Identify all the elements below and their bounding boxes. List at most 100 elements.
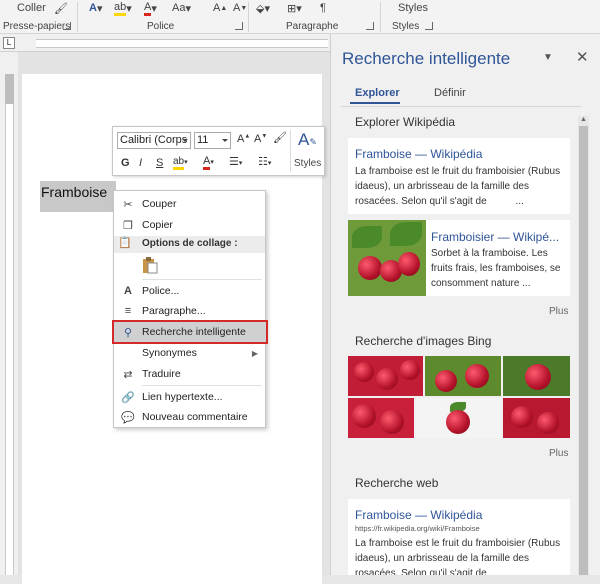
font-launcher-icon[interactable] bbox=[235, 22, 243, 30]
raspberry bbox=[358, 256, 382, 280]
framboisier-thumbnail bbox=[348, 220, 426, 296]
card-title[interactable]: Framboise — Wikipédia bbox=[355, 508, 562, 522]
more-link[interactable]: Plus bbox=[549, 306, 568, 317]
scroll-up-icon[interactable]: ▲ bbox=[580, 116, 587, 123]
font-icon: A bbox=[124, 285, 132, 297]
raspberry bbox=[398, 252, 420, 276]
horizontal-ruler[interactable]: L bbox=[0, 34, 330, 52]
italic-button[interactable]: I bbox=[139, 157, 142, 169]
menu-item-new-comment[interactable]: 💬 Nouveau commentaire bbox=[114, 407, 265, 427]
clipboard-launcher-icon[interactable] bbox=[63, 22, 71, 30]
dropdown-arrow-icon bbox=[182, 139, 188, 142]
selected-word[interactable]: Framboise bbox=[40, 181, 116, 212]
change-case-button[interactable]: Aa ▾ bbox=[172, 0, 191, 16]
paragraph-launcher-icon[interactable] bbox=[366, 22, 374, 30]
scroll-thumb[interactable] bbox=[579, 126, 588, 575]
raspberry bbox=[380, 410, 404, 434]
borders-icon[interactable]: ⊞▾ bbox=[287, 0, 302, 16]
image-tile[interactable] bbox=[348, 356, 423, 396]
font-color-icon[interactable]: A▾ bbox=[144, 0, 157, 16]
shrink-font-icon[interactable]: A▼ bbox=[233, 0, 247, 16]
highlight-icon[interactable]: ab▾ bbox=[173, 155, 188, 170]
format-painter-icon[interactable]: 🖌 bbox=[273, 131, 287, 144]
raspberry bbox=[352, 404, 376, 428]
pane-scrollbar[interactable]: ▲ bbox=[578, 116, 589, 575]
paste-options-header: Options de collage : bbox=[114, 236, 265, 253]
menu-item-copy[interactable]: ❐ Copier bbox=[114, 215, 265, 235]
menu-item-smart-lookup[interactable]: ⚲ Recherche intelligente bbox=[114, 322, 265, 342]
image-tile[interactable] bbox=[503, 398, 570, 438]
bold-button[interactable]: G bbox=[121, 157, 130, 169]
image-tile[interactable] bbox=[348, 398, 414, 438]
ribbon: Coller 🖌 A ▾ ab ▾ A ▾ Aa ▾ A ▲ A ▼ ⬙▾ ⊞▾ ¶ Sty… bbox=[0, 0, 600, 34]
menu-item-cut[interactable]: ✂ Couper bbox=[114, 194, 265, 214]
grow-font-icon[interactable]: A▲ bbox=[213, 0, 227, 16]
shading-icon[interactable]: ⬙▾ bbox=[256, 0, 270, 16]
menu-divider bbox=[142, 385, 262, 386]
paste-header-icon: 📋 bbox=[118, 237, 132, 249]
mini-toolbar: Calibri (Corps 11 A▲ A▼ 🖌 A✎ Styles G I … bbox=[112, 126, 325, 176]
scissors-icon: ✂ bbox=[123, 198, 133, 211]
submenu-arrow-icon: ▶ bbox=[251, 348, 258, 358]
card-snippet: La framboise est le fruit du framboisier… bbox=[355, 538, 561, 575]
styles-button[interactable]: Styles bbox=[398, 0, 428, 16]
card-url: https://fr.wikipedia.org/wiki/Framboise bbox=[355, 524, 480, 533]
raspberry bbox=[354, 362, 374, 382]
pane-title: Recherche intelligente bbox=[342, 49, 511, 68]
card-snippet: La framboise est le fruit du framboisier… bbox=[355, 166, 561, 207]
show-marks-icon[interactable]: ¶ bbox=[320, 0, 326, 16]
styles-icon[interactable]: A✎ bbox=[298, 130, 317, 150]
menu-item-hyperlink[interactable]: 🔗 Lien hypertexte... bbox=[114, 387, 265, 407]
tab-define[interactable]: Définir bbox=[434, 87, 466, 99]
card-title[interactable]: Framboise — Wikipédia bbox=[355, 147, 562, 161]
copy-icon: ❐ bbox=[123, 219, 133, 232]
vertical-ruler[interactable] bbox=[0, 52, 18, 575]
raspberry bbox=[525, 364, 551, 390]
menu-item-paragraph[interactable]: ≡ Paragraphe... bbox=[114, 301, 265, 321]
wiki-card-framboisier[interactable]: Framboisier — Wikipé... Sorbet à la fram… bbox=[348, 220, 570, 296]
close-icon[interactable]: ✕ bbox=[576, 48, 589, 66]
font-size-box[interactable]: 11 bbox=[194, 132, 231, 149]
group-clipboard-label: Presse-papiers bbox=[3, 21, 71, 32]
underline-button[interactable]: S bbox=[156, 157, 163, 169]
shrink-font-icon[interactable]: A▼ bbox=[254, 133, 267, 145]
bullets-icon[interactable]: ☰▾ bbox=[229, 155, 242, 168]
numbering-icon[interactable]: ☷▾ bbox=[258, 155, 271, 168]
web-card-framboise[interactable]: Framboise — Wikipédia https://fr.wikiped… bbox=[348, 499, 570, 575]
paste-button[interactable]: Coller bbox=[17, 0, 46, 16]
image-tile[interactable] bbox=[425, 356, 501, 396]
ruler-margin bbox=[5, 74, 14, 104]
menu-item-translate[interactable]: ⇄ Traduire bbox=[114, 364, 265, 384]
paste-keep-format-icon[interactable] bbox=[142, 257, 158, 274]
format-painter-icon[interactable]: 🖌 bbox=[54, 0, 68, 16]
more-link[interactable]: Plus bbox=[549, 448, 568, 459]
ruler-strip bbox=[36, 39, 328, 48]
card-title[interactable]: Framboisier — Wikipé... bbox=[431, 230, 567, 244]
pane-options-icon[interactable]: ▼ bbox=[543, 52, 553, 63]
font-color-icon[interactable]: A▾ bbox=[203, 155, 214, 170]
grow-font-icon[interactable]: A▲ bbox=[237, 133, 250, 145]
section-bing-images: Recherche d'images Bing bbox=[355, 334, 492, 348]
wiki-card-framboise[interactable]: Framboise — Wikipédia La framboise est l… bbox=[348, 138, 570, 214]
group-separator bbox=[380, 2, 381, 32]
link-icon: 🔗 bbox=[121, 391, 135, 404]
menu-item-font[interactable]: A Police... bbox=[114, 281, 265, 301]
group-separator bbox=[248, 2, 249, 32]
menu-item-synonyms[interactable]: Synonymes ▶ bbox=[114, 343, 265, 363]
font-name-box[interactable]: Calibri (Corps bbox=[117, 132, 191, 149]
raspberry bbox=[400, 360, 420, 380]
image-tile[interactable] bbox=[416, 398, 501, 438]
leaf bbox=[352, 226, 382, 248]
styles-launcher-icon[interactable] bbox=[425, 22, 433, 30]
highlight-icon[interactable]: ab▾ bbox=[114, 0, 132, 16]
smart-lookup-pane: Recherche intelligente ▼ ✕ Explorer Défi… bbox=[330, 34, 600, 575]
tab-selector[interactable]: L bbox=[3, 37, 15, 49]
context-menu: ✂ Couper ❐ Copier Options de collage : 📋… bbox=[112, 190, 268, 428]
card-snippet: Sorbet à la framboise. Les fruits frais,… bbox=[431, 248, 561, 289]
text-effects-icon[interactable]: A ▾ bbox=[89, 0, 102, 16]
ruler-strip bbox=[5, 74, 14, 575]
image-tile[interactable] bbox=[503, 356, 570, 396]
tab-explore[interactable]: Explorer bbox=[355, 87, 400, 99]
group-separator bbox=[77, 2, 78, 32]
raspberry bbox=[511, 406, 533, 428]
